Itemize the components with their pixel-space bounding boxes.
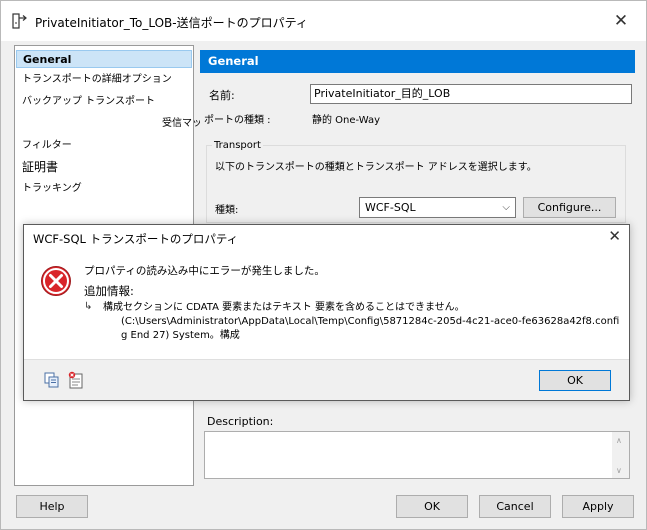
- scroll-up-icon[interactable]: ∧: [616, 436, 622, 445]
- nav-item-filters[interactable]: フィルター: [15, 137, 193, 155]
- nav-item-tracking[interactable]: トラッキング: [15, 180, 193, 198]
- error-dialog-title-bar: WCF-SQL トランスポートのプロパティ ✕: [24, 225, 629, 251]
- close-icon[interactable]: ✕: [608, 227, 621, 245]
- close-icon[interactable]: ✕: [610, 10, 632, 32]
- error-detail-line: 構成セクションに CDATA 要素またはテキスト 要素を含めることはできません。: [103, 302, 465, 313]
- ok-button[interactable]: OK: [396, 495, 468, 518]
- transport-type-select[interactable]: WCF-SQL ⌵: [359, 197, 516, 218]
- type-label: 種類:: [215, 205, 239, 216]
- name-field[interactable]: PrivateInitiator_目的_LOB: [310, 84, 632, 104]
- apply-button[interactable]: Apply: [562, 495, 634, 518]
- transport-type-value: WCF-SQL: [365, 201, 416, 214]
- error-message: プロパティの読み込み中にエラーが発生しました。: [84, 265, 325, 277]
- copy-icon[interactable]: [44, 372, 60, 388]
- cancel-button[interactable]: Cancel: [479, 495, 551, 518]
- port-type-label: ポートの種類 :: [204, 115, 271, 126]
- error-dialog-body: プロパティの読み込み中にエラーが発生しました。 追加情報: ↳ 構成セクションに…: [24, 251, 629, 359]
- nav-item-general[interactable]: General: [16, 50, 192, 68]
- panel-header: General: [200, 50, 635, 73]
- error-ok-button[interactable]: OK: [539, 370, 611, 391]
- error-detail-line: g End 27) System。構成: [121, 330, 240, 341]
- transport-description: 以下のトランスポートの種類とトランスポート アドレスを選択します。: [215, 162, 537, 173]
- help-button[interactable]: Help: [16, 495, 88, 518]
- port-type-value: 静的 One-Way: [312, 115, 381, 126]
- error-detail: 構成セクションに CDATA 要素またはテキスト 要素を含めることはできません。…: [103, 301, 619, 343]
- error-dialog-title: WCF-SQL トランスポートのプロパティ: [33, 232, 239, 246]
- nav-item-certificates[interactable]: 証明書: [15, 158, 193, 176]
- transport-group-title: Transport: [212, 140, 263, 151]
- scroll-down-icon[interactable]: ∨: [616, 466, 622, 475]
- description-label: Description:: [207, 415, 274, 428]
- error-icon: [41, 266, 71, 296]
- window-title: PrivateInitiator_To_LOB-送信ポートのプロパティ: [35, 16, 308, 30]
- nav-item-transport-advanced[interactable]: トランスポートの詳細オプション: [15, 71, 193, 89]
- chevron-down-icon: ⌵: [502, 202, 510, 213]
- configure-button[interactable]: Configure...: [523, 197, 616, 218]
- title-bar: PrivateInitiator_To_LOB-送信ポートのプロパティ ✕: [1, 1, 646, 41]
- description-scrollbar[interactable]: ∧ ∨: [612, 432, 629, 478]
- error-dialog-footer: OK: [24, 359, 629, 400]
- additional-info-label: 追加情報:: [84, 284, 134, 298]
- error-detail-line: (C:\Users\Administrator\AppData\Local\Te…: [121, 316, 620, 327]
- detail-arrow-icon: ↳: [84, 301, 93, 312]
- description-field[interactable]: ∧ ∨: [204, 431, 630, 479]
- send-port-icon: [12, 13, 27, 29]
- error-dialog: WCF-SQL トランスポートのプロパティ ✕ プロパティの読み込み中にエラーが…: [23, 224, 630, 401]
- nav-item-backup-transport[interactable]: バックアップ トランスポート: [15, 93, 193, 111]
- name-label: 名前:: [209, 89, 235, 102]
- show-details-icon[interactable]: [68, 371, 84, 389]
